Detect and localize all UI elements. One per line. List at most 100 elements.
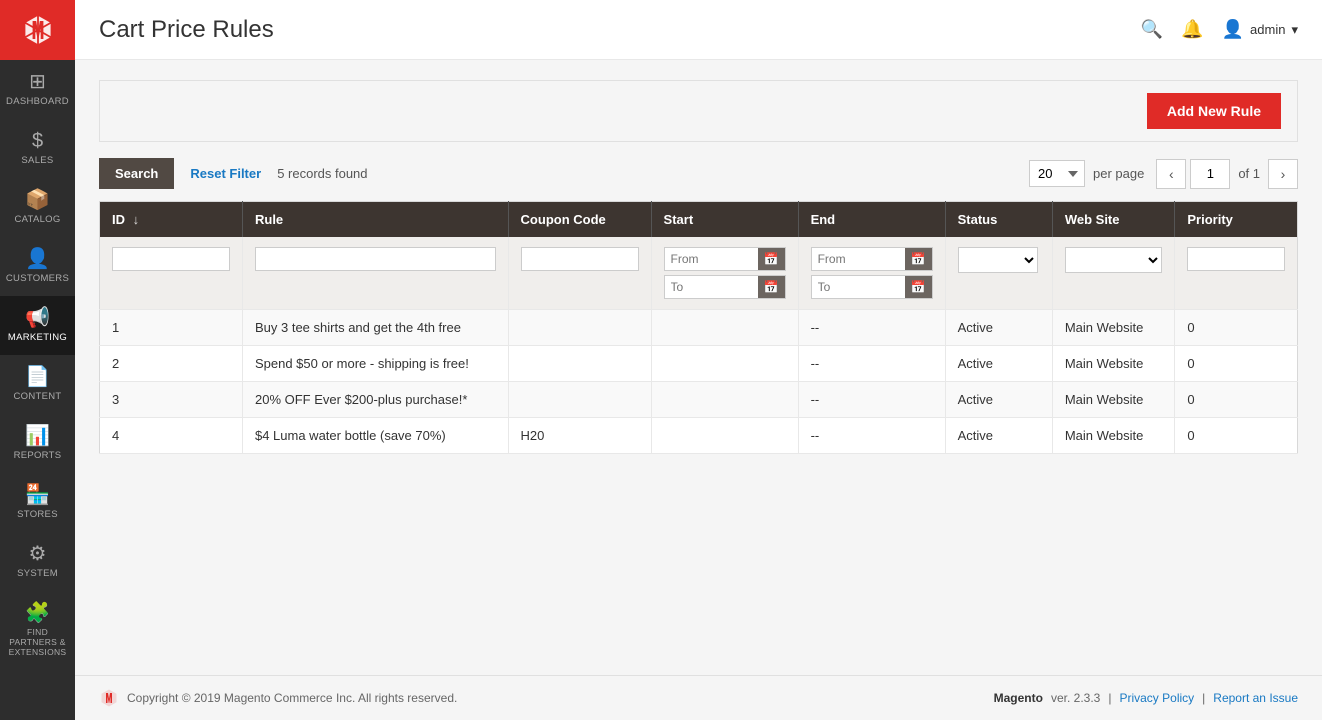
current-page-input[interactable] — [1190, 159, 1230, 189]
sidebar-item-content[interactable]: 📄 CONTENT — [0, 355, 75, 414]
sidebar-item-reports[interactable]: 📊 REPORTS — [0, 414, 75, 473]
notification-icon[interactable]: 🔔 — [1181, 19, 1203, 40]
sidebar-item-find-partners[interactable]: 🧩 FIND PARTNERS & EXTENSIONS — [0, 591, 75, 670]
per-page-controls: 20 30 50 100 200 per page — [1029, 160, 1144, 187]
add-new-rule-button[interactable]: Add New Rule — [1147, 93, 1281, 129]
cell-end: -- — [798, 382, 945, 418]
top-header: Cart Price Rules 🔍 🔔 👤 admin ▾ — [75, 0, 1322, 60]
cell-rule: 20% OFF Ever $200-plus purchase!* — [242, 382, 508, 418]
sidebar-label-customers: CUSTOMERS — [6, 273, 69, 284]
system-icon: ⚙ — [29, 544, 47, 564]
cell-rule: $4 Luma water bottle (save 70%) — [242, 418, 508, 454]
col-header-start[interactable]: Start — [651, 202, 798, 238]
filter-input-coupon[interactable] — [521, 247, 639, 271]
sidebar-item-dashboard[interactable]: ⊞ DASHBOARD — [0, 60, 75, 119]
records-count: 5 records found — [277, 166, 1017, 181]
col-header-website[interactable]: Web Site — [1052, 202, 1175, 238]
cell-rule: Buy 3 tee shirts and get the 4th free — [242, 310, 508, 346]
user-label: admin — [1250, 22, 1285, 37]
cell-start — [651, 418, 798, 454]
end-to-input[interactable] — [812, 276, 905, 298]
filter-input-id[interactable] — [112, 247, 230, 271]
table-row[interactable]: 4 $4 Luma water bottle (save 70%) H20 --… — [100, 418, 1298, 454]
page-title: Cart Price Rules — [99, 16, 274, 44]
prev-page-button[interactable]: ‹ — [1156, 159, 1186, 189]
search-icon[interactable]: 🔍 — [1141, 19, 1163, 40]
col-header-coupon[interactable]: Coupon Code — [508, 202, 651, 238]
filter-bar: Search Reset Filter 5 records found 20 3… — [99, 158, 1298, 189]
col-header-status[interactable]: Status — [945, 202, 1052, 238]
per-page-select[interactable]: 20 30 50 100 200 — [1029, 160, 1085, 187]
start-from-wrap: 📅 — [664, 247, 786, 271]
sidebar-label-sales: SALES — [21, 155, 53, 166]
filter-row: 📅 📅 📅 — [100, 237, 1298, 310]
filter-cell-end: 📅 📅 — [798, 237, 945, 310]
main-content: Cart Price Rules 🔍 🔔 👤 admin ▾ Add New R… — [75, 0, 1322, 720]
table-row[interactable]: 2 Spend $50 or more - shipping is free! … — [100, 346, 1298, 382]
footer-logo: Copyright © 2019 Magento Commerce Inc. A… — [99, 688, 457, 708]
stores-icon: 🏪 — [25, 485, 50, 505]
cell-coupon — [508, 310, 651, 346]
next-page-button[interactable]: › — [1268, 159, 1298, 189]
sidebar-item-sales[interactable]: $ SALES — [0, 119, 75, 178]
search-button[interactable]: Search — [99, 158, 174, 189]
user-dropdown-icon: ▾ — [1291, 22, 1298, 38]
table-row[interactable]: 3 20% OFF Ever $200-plus purchase!* -- A… — [100, 382, 1298, 418]
filter-cell-priority — [1175, 237, 1298, 310]
col-header-end[interactable]: End — [798, 202, 945, 238]
table-row[interactable]: 1 Buy 3 tee shirts and get the 4th free … — [100, 310, 1298, 346]
magento-logo[interactable] — [0, 0, 75, 60]
cell-id: 3 — [100, 382, 243, 418]
end-from-calendar-button[interactable]: 📅 — [905, 248, 932, 270]
reports-icon: 📊 — [25, 426, 50, 446]
filter-input-priority[interactable] — [1187, 247, 1285, 271]
start-to-input[interactable] — [665, 276, 758, 298]
cell-end: -- — [798, 310, 945, 346]
privacy-policy-link[interactable]: Privacy Policy — [1119, 691, 1194, 705]
user-menu[interactable]: 👤 admin ▾ — [1222, 19, 1298, 40]
table-header-row: ID ↓ Rule Coupon Code Start End Status W… — [100, 202, 1298, 238]
cell-end: -- — [798, 418, 945, 454]
sidebar-item-customers[interactable]: 👤 CUSTOMERS — [0, 237, 75, 296]
col-header-rule[interactable]: Rule — [242, 202, 508, 238]
user-avatar-icon: 👤 — [1222, 19, 1244, 40]
cell-start — [651, 346, 798, 382]
filter-input-rule[interactable] — [255, 247, 496, 271]
find-partners-icon: 🧩 — [25, 603, 50, 623]
per-page-label: per page — [1093, 166, 1144, 181]
col-header-priority[interactable]: Priority — [1175, 202, 1298, 238]
footer-copyright: Copyright © 2019 Magento Commerce Inc. A… — [127, 691, 457, 705]
footer-version-number: ver. 2.3.3 — [1051, 691, 1100, 705]
content-area: Add New Rule Search Reset Filter 5 recor… — [75, 60, 1322, 675]
filter-select-website[interactable]: Main Website — [1065, 247, 1163, 273]
filter-cell-id — [100, 237, 243, 310]
customers-icon: 👤 — [25, 249, 50, 269]
footer-links: Magento ver. 2.3.3 | Privacy Policy | Re… — [994, 691, 1298, 705]
sidebar-label-marketing: MARKETING — [8, 332, 67, 343]
col-header-id[interactable]: ID ↓ — [100, 202, 243, 238]
sidebar-label-reports: REPORTS — [14, 450, 62, 461]
start-to-calendar-button[interactable]: 📅 — [758, 276, 785, 298]
end-to-calendar-button[interactable]: 📅 — [905, 276, 932, 298]
report-issue-link[interactable]: Report an Issue — [1213, 691, 1298, 705]
sidebar-item-system[interactable]: ⚙ SYSTEM — [0, 532, 75, 591]
end-from-wrap: 📅 — [811, 247, 933, 271]
sales-icon: $ — [32, 131, 43, 151]
toolbar: Add New Rule — [99, 80, 1298, 142]
cell-status: Active — [945, 418, 1052, 454]
sidebar-item-marketing[interactable]: 📢 MARKETING — [0, 296, 75, 355]
cell-start — [651, 310, 798, 346]
cell-coupon — [508, 382, 651, 418]
filter-select-status[interactable]: Active Inactive — [958, 247, 1038, 273]
start-from-calendar-button[interactable]: 📅 — [758, 248, 785, 270]
reset-filter-button[interactable]: Reset Filter — [186, 158, 265, 189]
cell-website: Main Website — [1052, 346, 1175, 382]
start-from-input[interactable] — [665, 248, 758, 270]
sidebar-item-stores[interactable]: 🏪 STORES — [0, 473, 75, 532]
cell-website: Main Website — [1052, 310, 1175, 346]
sidebar-item-catalog[interactable]: 📦 CATALOG — [0, 178, 75, 237]
cell-id: 4 — [100, 418, 243, 454]
sidebar-label-content: CONTENT — [13, 391, 61, 402]
end-from-input[interactable] — [812, 248, 905, 270]
filter-cell-status: Active Inactive — [945, 237, 1052, 310]
